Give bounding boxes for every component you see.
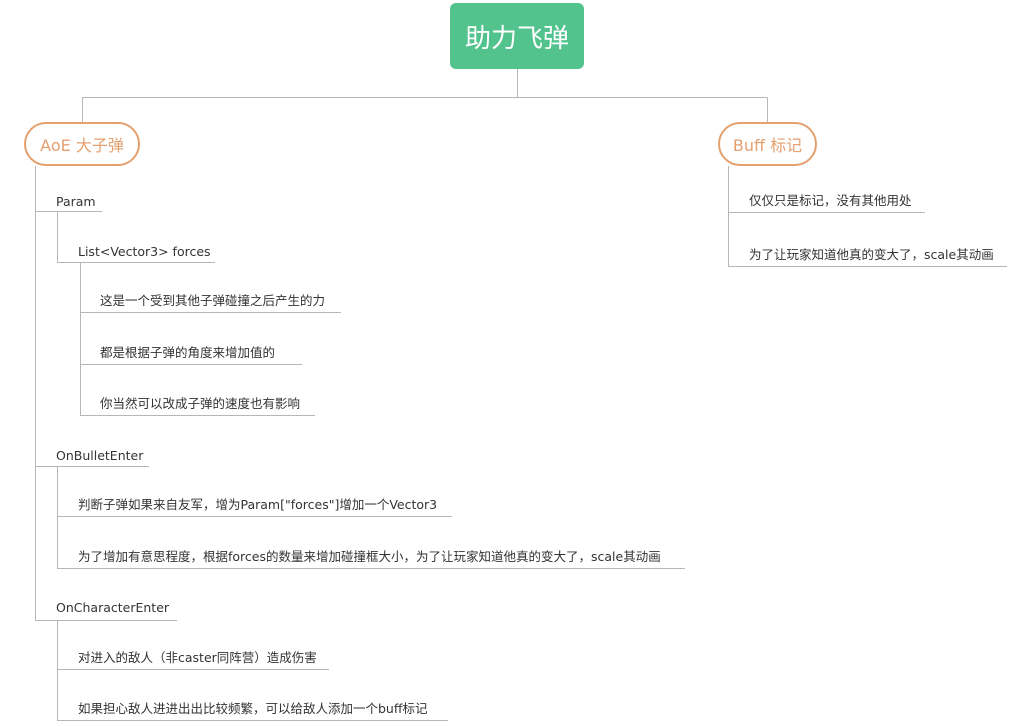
- node-onbulletenter[interactable]: OnBulletEnter: [53, 447, 146, 465]
- node-forces-note-1[interactable]: 这是一个受到其他子弹碰撞之后产生的力: [97, 292, 328, 310]
- node-onbullet-note-1[interactable]: 判断子弹如果来自友军，增为Param["forces"]增加一个Vector3: [75, 496, 440, 514]
- node-onchar-note-2[interactable]: 如果担心敌人进进出出比较频繁，可以给敌人添加一个buff标记: [75, 700, 430, 718]
- branch-node-buff[interactable]: Buff 标记: [718, 122, 817, 166]
- root-node[interactable]: 助力飞弹: [450, 3, 584, 69]
- node-onchar-note-1[interactable]: 对进入的敌人（非caster同阵营）造成伤害: [75, 649, 320, 667]
- node-param[interactable]: Param: [53, 193, 99, 211]
- node-onbullet-note-2[interactable]: 为了增加有意思程度，根据forces的数量来增加碰撞框大小，为了让玩家知道他真的…: [75, 548, 664, 566]
- node-oncharacterenter[interactable]: OnCharacterEnter: [53, 599, 172, 617]
- branch-node-aoe[interactable]: AoE 大子弹: [24, 122, 140, 166]
- node-forces-note-2[interactable]: 都是根据子弹的角度来增加值的: [97, 344, 278, 362]
- mindmap-canvas: 助力飞弹 AoE 大子弹 Buff 标记 Param List<Vector3>…: [0, 0, 1019, 727]
- node-forces[interactable]: List<Vector3> forces: [75, 243, 214, 261]
- connector-lines: [35, 69, 1007, 721]
- node-buff-note-2[interactable]: 为了让玩家知道他真的变大了，scale其动画: [746, 246, 997, 264]
- node-buff-note-1[interactable]: 仅仅只是标记，没有其他用处: [746, 192, 915, 210]
- node-forces-note-3[interactable]: 你当然可以改成子弹的速度也有影响: [97, 395, 303, 413]
